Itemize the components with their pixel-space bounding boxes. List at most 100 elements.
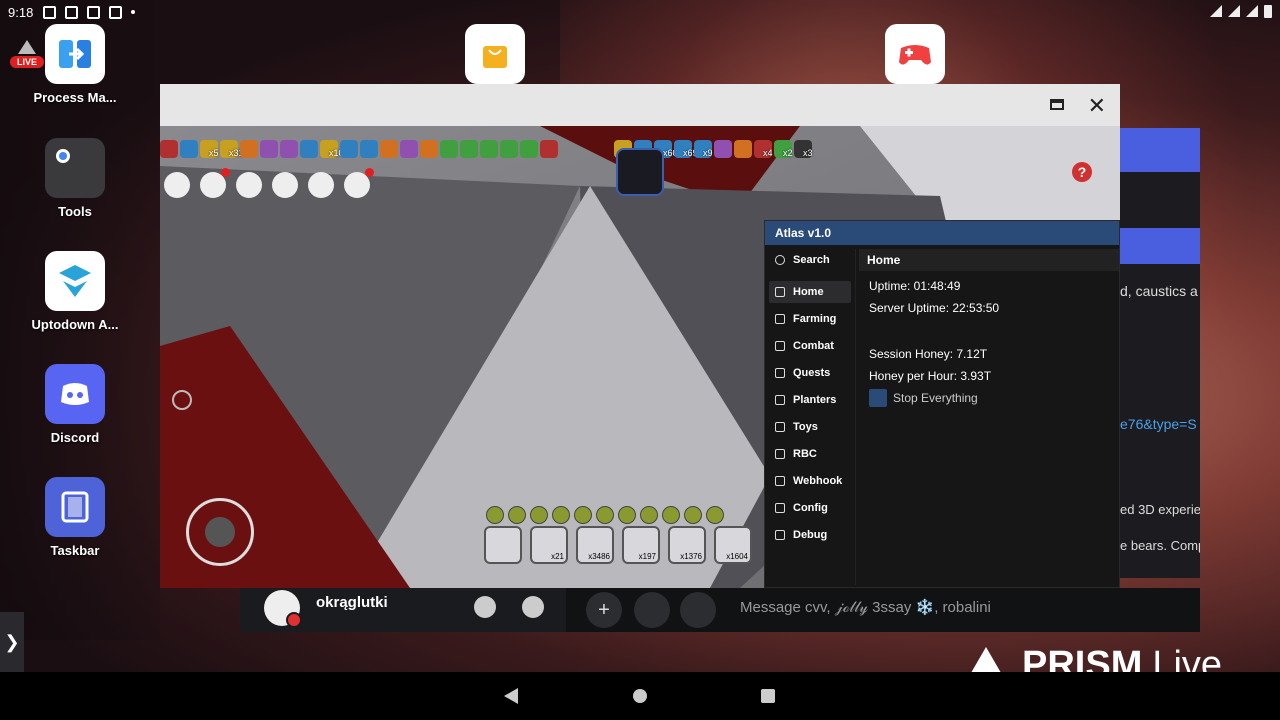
atlas-nav-webhook[interactable]: Webhook [769, 470, 851, 492]
atlas-nav-combat[interactable]: Combat [769, 335, 851, 357]
indicator-icon [706, 506, 724, 524]
buff-icon: x31 [220, 140, 244, 158]
close-icon[interactable]: ✕ [1088, 93, 1106, 119]
hotbar-slot[interactable]: x21 [530, 526, 568, 564]
egg-icon[interactable] [164, 172, 190, 198]
hotbar-slot[interactable]: x197 [622, 526, 660, 564]
gear-icon[interactable] [308, 172, 334, 198]
game-viewport[interactable]: x5 x31 x100 x3 x60 x69 x9 [160, 126, 1120, 588]
gamepad-icon [885, 24, 945, 84]
atlas-nav-rbc[interactable]: RBC [769, 443, 851, 465]
atlas-search-button[interactable]: Search [769, 249, 851, 271]
search-icon [775, 255, 785, 265]
atlas-nav-debug[interactable]: Debug [769, 524, 851, 546]
shift-lock-icon[interactable] [172, 390, 192, 410]
process-manager-icon [45, 24, 105, 84]
lock-icon [109, 5, 123, 19]
buff-icon [460, 140, 478, 158]
message-input[interactable]: Message cvv, 𝒿ℴ𝓁𝓁𝓎 3ssay ❄️, robalini [740, 598, 991, 616]
background-link-text: e76&type=S [1120, 416, 1197, 432]
atlas-nav-farming[interactable]: Farming [769, 308, 851, 330]
indicator-icon [618, 506, 636, 524]
maximize-icon[interactable] [1050, 99, 1064, 110]
atlas-nav-config[interactable]: Config [769, 497, 851, 519]
navigation-bar [0, 672, 1280, 720]
user-avatar[interactable] [264, 590, 302, 628]
screen-record-icon [43, 5, 57, 19]
tools-folder-icon [45, 138, 105, 198]
buff-bar: x5 x31 x100 x3 x60 x69 x9 [160, 140, 813, 162]
session-honey-text: Session Honey: 7.12T [869, 347, 988, 361]
hotbar-slot[interactable] [484, 526, 522, 564]
server-uptime-text: Server Uptime: 22:53:50 [869, 301, 1000, 315]
bug-icon [775, 530, 785, 540]
atlas-title: Atlas v1.0 [765, 221, 1119, 245]
buff-icon [400, 140, 418, 158]
buff-icon: x5 [200, 140, 219, 158]
signal-icon [1246, 5, 1258, 17]
atlas-nav-quests[interactable]: Quests [769, 362, 851, 384]
desktop-icon-process-manager[interactable]: Process Ma... [20, 24, 130, 105]
apps-icon[interactable] [634, 592, 670, 628]
shopping-bag-icon [465, 24, 525, 84]
badge-icon[interactable] [272, 172, 298, 198]
honey-per-hour-text: Honey per Hour: 3.93T [869, 369, 992, 383]
buff-icon [480, 140, 498, 158]
buff-icon [540, 140, 558, 158]
indicator-icon [640, 506, 658, 524]
desktop-icon-game-center[interactable] [860, 24, 970, 90]
recents-icon[interactable] [761, 689, 775, 703]
hotbar-slot[interactable]: x3486 [576, 526, 614, 564]
add-button[interactable]: + [586, 592, 622, 628]
buff-icon [300, 140, 318, 158]
hotbar-indicators [486, 506, 724, 524]
background-text-3: e bears. Comp [1120, 538, 1200, 553]
hotbar-slot[interactable]: x1376 [668, 526, 706, 564]
wifi-icon [1228, 5, 1240, 17]
desktop-icon-uptodown[interactable]: Uptodown A... [20, 251, 130, 332]
hotbar-slot[interactable]: x1604 [714, 526, 752, 564]
status-bar: 9:18 [0, 0, 1280, 24]
desktop-icon-taskbar[interactable]: Taskbar [20, 477, 130, 558]
atlas-section-title: Home [859, 249, 1119, 271]
player-avatar[interactable] [616, 148, 664, 196]
indicator-icon [530, 506, 548, 524]
gear-icon[interactable] [522, 596, 544, 618]
indicator-icon [508, 506, 526, 524]
atlas-nav-toys[interactable]: Toys [769, 416, 851, 438]
stop-everything-toggle[interactable]: Stop Everything [859, 389, 1119, 407]
atlas-nav-planters[interactable]: Planters [769, 389, 851, 411]
indicator-icon [486, 506, 504, 524]
desktop-icon-store[interactable] [440, 24, 550, 90]
gift-icon[interactable] [680, 592, 716, 628]
atlas-nav-home[interactable]: Home [769, 281, 851, 303]
bear-icon[interactable] [236, 172, 262, 198]
user-area: okrąglutki [240, 588, 566, 632]
desktop-icon-tools[interactable]: Tools [20, 138, 130, 219]
back-icon[interactable] [504, 688, 518, 704]
system-indicators [1210, 5, 1272, 18]
checkbox[interactable] [869, 389, 887, 407]
thumbstick[interactable] [186, 498, 254, 566]
atlas-content: Home Uptime: 01:48:49 Server Uptime: 22:… [859, 249, 1119, 587]
desktop-icon-discord[interactable]: Discord [20, 364, 130, 445]
buff-icon [500, 140, 518, 158]
username[interactable]: okrąglutki [316, 594, 388, 611]
buff-icon [160, 140, 178, 158]
home-icon[interactable] [633, 689, 647, 703]
taskbar-icon [45, 477, 105, 537]
book-icon [775, 368, 785, 378]
help-button[interactable]: ? [1072, 162, 1092, 182]
buff-icon: x3 [794, 140, 813, 158]
planter-icon [775, 395, 785, 405]
shop-icon[interactable] [344, 168, 374, 198]
bell-icon[interactable] [474, 596, 496, 618]
buff-icon [260, 140, 278, 158]
cast-icon [1210, 5, 1222, 17]
quest-icon[interactable] [200, 168, 230, 198]
buff-icon [520, 140, 538, 158]
buff-gap [560, 140, 612, 158]
side-panel-toggle[interactable]: ❯ [0, 612, 24, 672]
indicator-icon [552, 506, 570, 524]
notification-icon [65, 5, 79, 19]
